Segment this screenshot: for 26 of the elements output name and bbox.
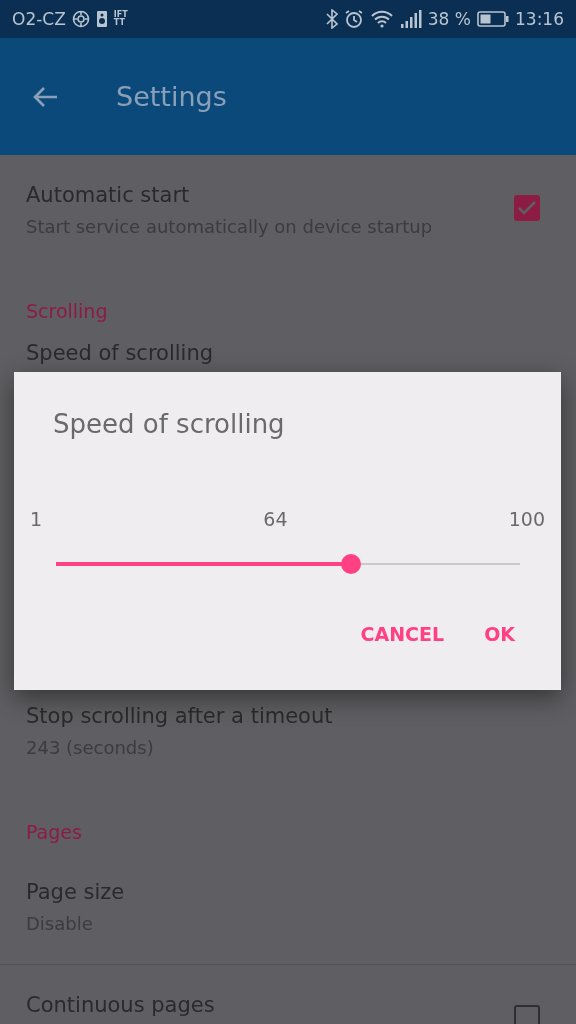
back-arrow-icon[interactable] [31,84,59,109]
battery-percentage: 38 % [427,9,471,29]
crosshair-icon [71,10,90,28]
app-logo-text: IFTTT [113,11,129,27]
speaker-icon [95,10,108,28]
value-label: 64 [263,507,288,532]
cancel-button[interactable]: CANCEL [344,615,461,653]
battery-icon [477,11,509,27]
alarm-clock-icon [343,9,364,29]
section-header: Scrolling [25,299,109,324]
screen-title: Settings [116,81,227,112]
section-header: Pages [25,820,83,845]
checkbox[interactable] [514,195,540,221]
wifi-icon [369,9,394,29]
min-label: 1 [30,507,43,532]
max-label: 100 [508,507,545,532]
ok-button[interactable]: OK [468,615,531,653]
dialog-title: Speed of scrolling [53,408,286,441]
speed-slider[interactable] [56,553,520,575]
signal-icon [399,9,422,29]
slider-thumb[interactable] [341,554,362,574]
carrier-name: O2-CZ [12,9,66,29]
clock-time: 13:16 [515,9,564,29]
checkbox[interactable] [514,1005,540,1024]
checkmark-icon [517,200,537,216]
bluetooth-icon [325,9,338,29]
